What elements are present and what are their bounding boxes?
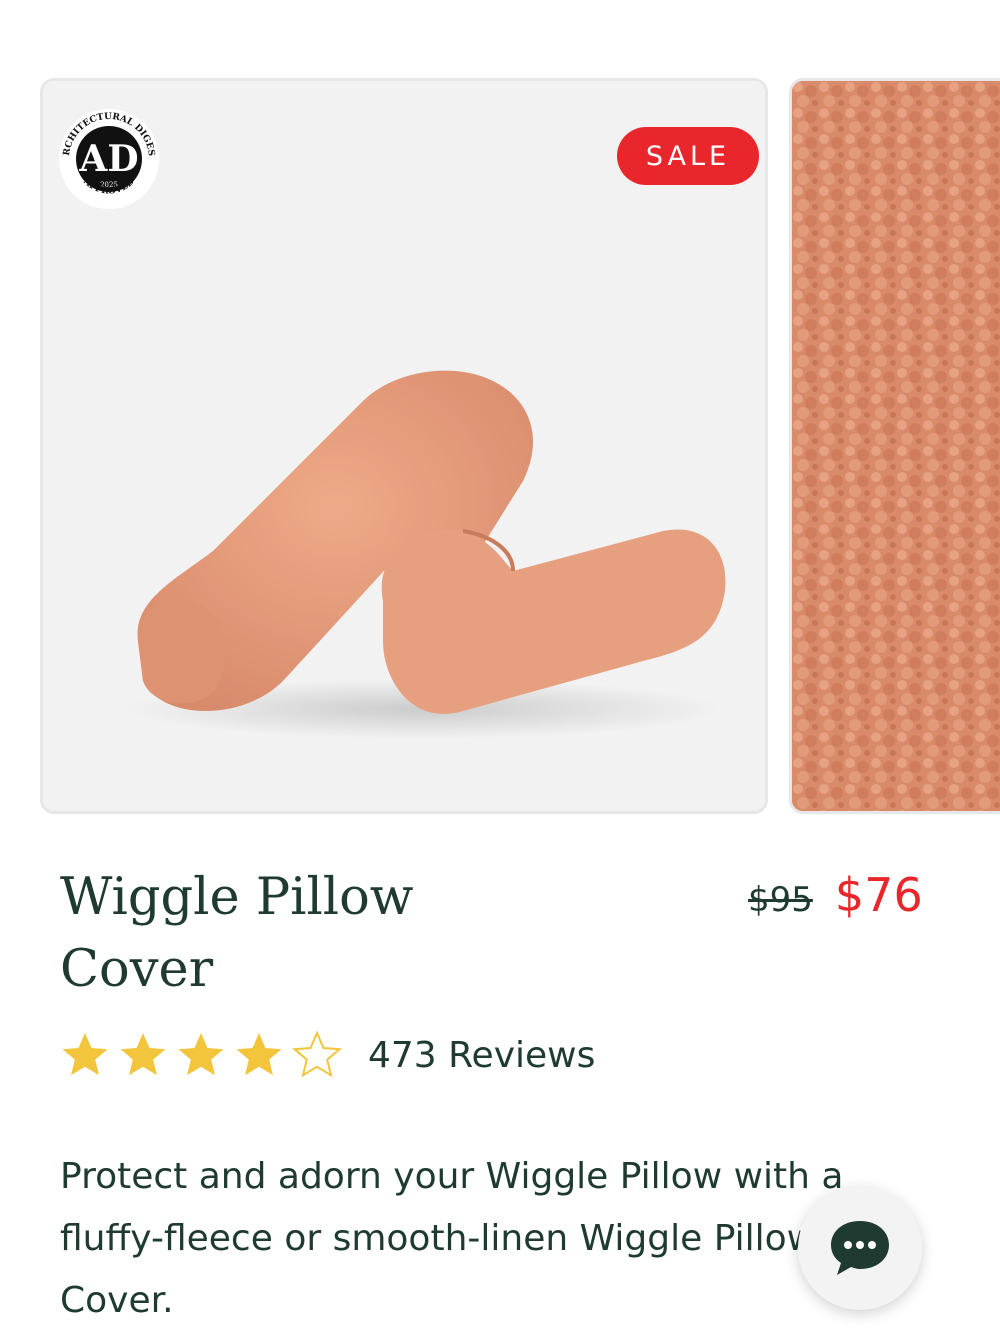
product-page: AD 2025 ARCHITECTURAL DIGEST APPROVED SA…: [0, 0, 1000, 1333]
rating[interactable]: 473 Reviews: [60, 1030, 595, 1080]
star-filled-icon: [62, 1033, 108, 1076]
chat-button[interactable]: [798, 1186, 922, 1310]
reviews-link[interactable]: 473 Reviews: [368, 1035, 595, 1076]
star-rating: [60, 1030, 350, 1080]
architectural-digest-approved-seal: AD 2025 ARCHITECTURAL DIGEST APPROVED: [55, 105, 159, 209]
sale-price: $76: [834, 868, 923, 922]
product-image-main[interactable]: AD 2025 ARCHITECTURAL DIGEST APPROVED SA…: [40, 78, 768, 814]
sale-badge: SALE: [617, 127, 759, 185]
star-empty-icon: [292, 1030, 342, 1078]
product-description: Protect and adorn your Wiggle Pillow wit…: [60, 1156, 844, 1321]
star-filled-icon: [120, 1033, 166, 1076]
fleece-texture-photo: [792, 81, 1000, 811]
star-filled-icon: [236, 1033, 282, 1076]
product-title: Wiggle Pillow Cover: [60, 868, 414, 999]
star-filled-icon: [178, 1033, 224, 1076]
chat-bubble-icon: [831, 1221, 889, 1275]
svg-text:AD: AD: [78, 138, 138, 180]
original-price: $95: [748, 880, 813, 920]
product-image-next[interactable]: [789, 78, 1000, 814]
price: $95 $76: [748, 868, 923, 922]
